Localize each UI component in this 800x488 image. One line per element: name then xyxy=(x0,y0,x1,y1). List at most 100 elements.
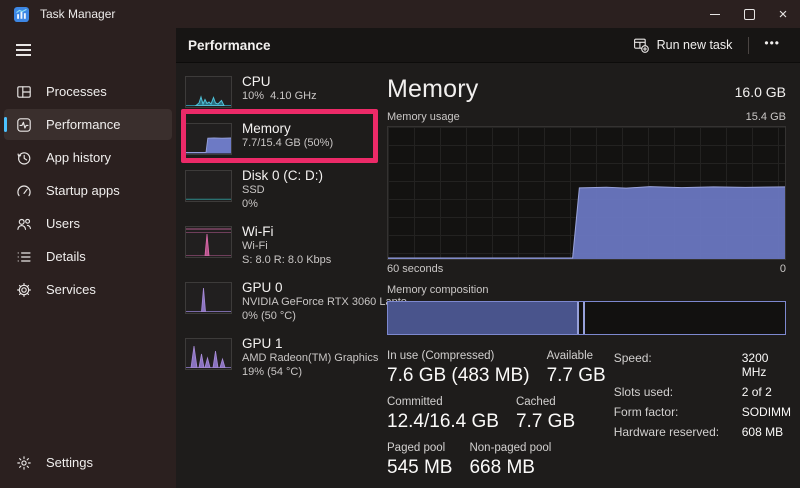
perf-item-title: GPU 0 xyxy=(242,280,383,296)
stat-paged-pool: Paged pool 545 MB xyxy=(387,442,452,479)
disk-mini-graph xyxy=(185,170,232,202)
sidebar-spacer xyxy=(4,305,172,447)
perf-item-text: Disk 0 (C: D:) SSD 0% xyxy=(242,168,323,211)
sidebar-item-performance[interactable]: Performance xyxy=(4,109,172,140)
sidebar-item-app-history[interactable]: App history xyxy=(4,142,172,173)
sidebar-item-details[interactable]: Details xyxy=(4,241,172,272)
titlebar: Task Manager × xyxy=(0,0,800,28)
settings-gear-icon xyxy=(16,455,32,471)
stat-row: Paged pool 545 MB Non-paged pool 668 MB xyxy=(387,442,606,479)
sidebar-item-processes[interactable]: Processes xyxy=(4,76,172,107)
sidebar-nav: Processes Performance App history Startu… xyxy=(4,76,172,305)
stat-non-paged-pool: Non-paged pool 668 MB xyxy=(469,442,551,479)
performance-list: CPU 10% 4.10 GHz Memory 7.7/15.4 GB (50%… xyxy=(176,63,383,488)
stat-value: 12.4/16.4 GB xyxy=(387,411,499,433)
detail-value: 3200 MHz xyxy=(742,351,791,379)
memory-usage-chart[interactable] xyxy=(387,126,786,260)
detail-title: Memory xyxy=(387,75,478,104)
detail-row-speed: Speed: 3200 MHz xyxy=(614,351,791,379)
command-bar: Performance Run new task xyxy=(176,28,800,62)
perf-item-memory[interactable]: Memory 7.7/15.4 GB (50%) xyxy=(185,121,383,155)
wifi-mini-graph xyxy=(185,226,232,258)
maximize-button[interactable] xyxy=(732,0,766,28)
perf-item-sub: Wi-Fi xyxy=(242,240,331,254)
perf-item-text: Memory 7.7/15.4 GB (50%) xyxy=(242,121,333,155)
sidebar-item-settings[interactable]: Settings xyxy=(4,447,172,478)
perf-item-title: CPU xyxy=(242,74,317,90)
stat-label: Paged pool xyxy=(387,442,452,454)
task-manager-window: Task Manager × Processes Performance xyxy=(0,0,800,488)
startup-apps-icon xyxy=(16,183,32,199)
memory-composition-bar[interactable] xyxy=(387,301,786,335)
command-bar-actions: Run new task ••• xyxy=(624,32,788,58)
stat-label: Cached xyxy=(516,396,575,408)
detail-value: 2 of 2 xyxy=(742,385,772,399)
sidebar-item-startup-apps[interactable]: Startup apps xyxy=(4,175,172,206)
new-task-icon xyxy=(633,37,649,53)
users-icon xyxy=(16,216,32,232)
task-manager-app-icon xyxy=(14,7,29,22)
memory-detail-panel: Memory 16.0 GB Memory usage 15.4 GB xyxy=(383,63,800,488)
perf-item-text: GPU 0 NVIDIA GeForce RTX 3060 Lapto... 0… xyxy=(242,280,383,323)
run-new-task-button[interactable]: Run new task xyxy=(624,32,742,58)
navigation-menu-button[interactable] xyxy=(10,36,44,64)
page-title: Performance xyxy=(188,38,271,53)
stat-label: Non-paged pool xyxy=(469,442,551,454)
services-icon xyxy=(16,282,32,298)
perf-item-sub: 0% (50 °C) xyxy=(242,310,383,324)
gpu1-mini-graph xyxy=(185,338,232,370)
perf-item-text: GPU 1 AMD Radeon(TM) Graphics 19% (54 °C… xyxy=(242,336,378,379)
maximize-icon xyxy=(744,9,755,20)
chart-x-axis: 60 seconds 0 xyxy=(387,263,786,275)
scale-max-label: 15.4 GB xyxy=(746,111,786,123)
stat-in-use: In use (Compressed) 7.6 GB (483 MB) xyxy=(387,350,530,387)
detail-row-form-factor: Form factor: SODIMM xyxy=(614,405,791,419)
perf-item-disk0[interactable]: Disk 0 (C: D:) SSD 0% xyxy=(185,168,383,211)
perf-item-cpu[interactable]: CPU 10% 4.10 GHz xyxy=(185,74,383,108)
sidebar-item-users[interactable]: Users xyxy=(4,208,172,239)
usage-label: Memory usage xyxy=(387,111,460,123)
perf-item-sub: 0% xyxy=(242,198,323,212)
detail-row-slots: Slots used: 2 of 2 xyxy=(614,385,791,399)
perf-item-sub: 7.7/15.4 GB (50%) xyxy=(242,137,333,151)
perf-item-text: CPU 10% 4.10 GHz xyxy=(242,74,317,108)
stat-row: Committed 12.4/16.4 GB Cached 7.7 GB xyxy=(387,396,606,433)
sidebar-item-label: App history xyxy=(46,150,111,165)
perf-item-title: GPU 1 xyxy=(242,336,378,352)
close-button[interactable]: × xyxy=(766,0,800,28)
sidebar: Processes Performance App history Startu… xyxy=(0,28,176,488)
stat-cached: Cached 7.7 GB xyxy=(516,396,575,433)
stat-value: 668 MB xyxy=(469,457,551,479)
main-panel: Performance Run new task xyxy=(176,28,800,488)
stat-available: Available 7.7 GB xyxy=(547,350,606,387)
composition-label: Memory composition xyxy=(387,284,786,296)
stat-label: Available xyxy=(547,350,606,362)
sidebar-item-label: Settings xyxy=(46,455,93,470)
sidebar-item-services[interactable]: Services xyxy=(4,274,172,305)
perf-item-gpu1[interactable]: GPU 1 AMD Radeon(TM) Graphics 19% (54 °C… xyxy=(185,336,383,379)
perf-item-sub: 10% 4.10 GHz xyxy=(242,90,317,104)
ellipsis-icon: ••• xyxy=(764,36,780,50)
stat-label: In use (Compressed) xyxy=(387,350,530,362)
perf-item-sub: S: 8.0 R: 8.0 Kbps xyxy=(242,254,331,268)
stat-label: Committed xyxy=(387,396,499,408)
processes-icon xyxy=(16,84,32,100)
sidebar-item-label: Performance xyxy=(46,117,120,132)
minimize-button[interactable] xyxy=(698,0,732,28)
more-options-button[interactable]: ••• xyxy=(756,33,788,57)
usage-scale-row: Memory usage 15.4 GB xyxy=(387,111,786,123)
app-history-icon xyxy=(16,150,32,166)
x-axis-right-label: 0 xyxy=(780,263,786,275)
perf-item-title: Disk 0 (C: D:) xyxy=(242,168,323,184)
stat-value: 7.7 GB xyxy=(516,411,575,433)
detail-label: Slots used: xyxy=(614,385,742,399)
perf-item-gpu0[interactable]: GPU 0 NVIDIA GeForce RTX 3060 Lapto... 0… xyxy=(185,280,383,323)
detail-row-hardware-reserved: Hardware reserved: 608 MB xyxy=(614,425,791,439)
perf-item-sub: 19% (54 °C) xyxy=(242,366,378,380)
detail-value: 608 MB xyxy=(742,425,783,439)
perf-item-wifi[interactable]: Wi-Fi Wi-Fi S: 8.0 R: 8.0 Kbps xyxy=(185,224,383,267)
detail-value: SODIMM xyxy=(742,405,791,419)
sidebar-item-label: Startup apps xyxy=(46,183,120,198)
toolbar-divider xyxy=(748,37,749,54)
close-icon: × xyxy=(779,7,788,22)
